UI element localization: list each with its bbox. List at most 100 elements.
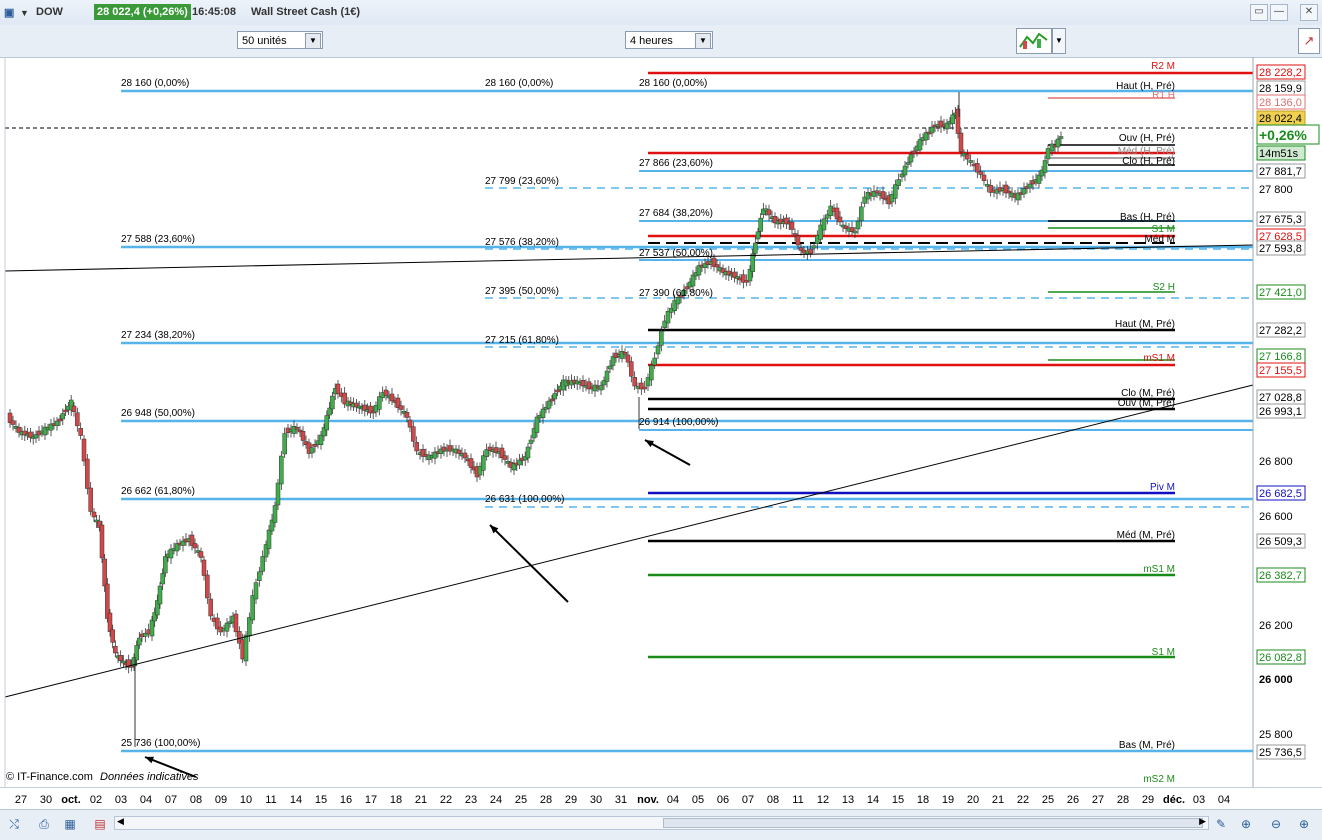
close-icon[interactable]: ✕ xyxy=(1300,4,1318,21)
date-label: nov. xyxy=(637,794,659,806)
chevron-down-icon[interactable]: ▼ xyxy=(305,33,321,49)
chart-canvas[interactable]: 28 160 (0,00%) 28 160 (0,00%) 28 160 (0,00… xyxy=(0,57,1322,787)
pivot-label: Ouv (M, Pré) xyxy=(1118,398,1175,409)
symbol-label[interactable]: DOW xyxy=(36,6,63,18)
share-icon[interactable]: ⤭ xyxy=(6,816,22,832)
candle-body xyxy=(502,455,508,460)
price-label: 26 800 xyxy=(1259,456,1293,468)
pivot-label: Bas (H, Pré) xyxy=(1120,212,1175,223)
period-value: 4 heures xyxy=(630,35,673,47)
restore-icon[interactable]: ▭ xyxy=(1250,4,1268,21)
date-label: 12 xyxy=(817,794,829,806)
candle-body xyxy=(253,582,259,600)
date-label: 17 xyxy=(365,794,377,806)
chevron-down-icon[interactable]: ▼ xyxy=(1052,28,1066,54)
candle-body xyxy=(852,230,858,234)
price-label: 27 881,7 xyxy=(1259,166,1302,178)
date-label: 07 xyxy=(165,794,177,806)
chart-type-icon xyxy=(1019,32,1048,49)
date-label: 04 xyxy=(667,794,679,806)
candle-body xyxy=(389,393,395,402)
tools-icon[interactable]: ▤ xyxy=(92,816,108,832)
candle-body xyxy=(540,408,546,418)
dropdown-icon[interactable]: ▼ xyxy=(20,8,29,18)
candle-body xyxy=(282,433,287,455)
date-label: 28 xyxy=(1117,794,1129,806)
candle-body xyxy=(534,416,540,433)
app-icon[interactable]: ▣ xyxy=(4,6,14,19)
fib-label: 27 234 (38,20%) xyxy=(121,330,195,341)
indicator-icon[interactable]: ↗ xyxy=(1298,28,1320,54)
price-label: 26 600 xyxy=(1259,511,1293,523)
candle-body xyxy=(233,613,239,633)
units-select[interactable]: 50 unités ▼ xyxy=(237,31,323,49)
price-label: 28 228,2 xyxy=(1259,67,1302,79)
print-icon[interactable]: ⎙ xyxy=(36,816,52,832)
minimize-icon[interactable]: — xyxy=(1270,4,1288,21)
date-label: 08 xyxy=(190,794,202,806)
clock-label: 16:45:08 xyxy=(192,6,237,18)
date-label: 08 xyxy=(767,794,779,806)
candle-body xyxy=(383,389,389,396)
pen-icon[interactable]: ✎ xyxy=(1213,816,1229,832)
pivot-label: mS2 M xyxy=(1143,774,1175,785)
candle-body xyxy=(950,114,955,124)
pivot-label: Clo (H, Pré) xyxy=(1122,156,1175,167)
pivot-label: Piv M xyxy=(1150,482,1175,493)
candle-body xyxy=(1055,138,1061,148)
date-label: 16 xyxy=(340,794,352,806)
date-label: 26 xyxy=(1067,794,1079,806)
candle-body xyxy=(75,412,80,427)
chart-type-button[interactable] xyxy=(1016,28,1052,54)
candle-body xyxy=(758,217,763,232)
fib-label: 26 914 (100,00%) xyxy=(639,417,719,428)
price-label: 26 509,3 xyxy=(1259,536,1302,548)
date-label: 04 xyxy=(1218,794,1230,806)
horizontal-scrollbar[interactable]: ◀ ▶ xyxy=(114,816,1209,830)
candle-body xyxy=(629,361,634,377)
candle-body xyxy=(243,634,249,662)
fib-label: 26 631 (100,00%) xyxy=(485,494,565,505)
zoom-fit-icon[interactable]: ⊕ xyxy=(1238,816,1254,832)
price-badge: 28 022,4 (+0,26%) xyxy=(94,4,191,20)
chevron-down-icon[interactable]: ▼ xyxy=(695,33,711,49)
candle-body xyxy=(121,660,126,664)
candle-body xyxy=(750,253,755,272)
price-label: 26 682,5 xyxy=(1259,488,1302,500)
candle-body xyxy=(407,419,413,428)
price-chart[interactable]: 28 160 (0,00%) 28 160 (0,00%) 28 160 (0,00… xyxy=(0,57,1322,787)
price-label: 27 166,8 xyxy=(1259,351,1302,363)
date-label: 25 xyxy=(1042,794,1054,806)
scrollbar-thumb[interactable] xyxy=(663,818,1203,828)
candle-body xyxy=(456,449,462,454)
date-label: 21 xyxy=(992,794,1004,806)
candle-body xyxy=(714,264,720,268)
date-label: 27 xyxy=(15,794,27,806)
grid-icon[interactable]: ▦ xyxy=(62,816,78,832)
scroll-right-icon[interactable]: ▶ xyxy=(1199,816,1206,827)
candle-body xyxy=(792,233,798,236)
price-label: 25 800 xyxy=(1259,729,1293,741)
arrow-head-icon xyxy=(145,756,154,764)
candle-body xyxy=(192,543,198,549)
period-select[interactable]: 4 heures ▼ xyxy=(625,31,713,49)
price-label: 26 200 xyxy=(1259,620,1293,632)
candle-body xyxy=(275,482,281,506)
zoom-out-icon[interactable]: ⊖ xyxy=(1268,816,1284,832)
price-label: 14m51s xyxy=(1259,148,1299,160)
fib-label: 26 948 (50,00%) xyxy=(121,408,195,419)
pivot-label: Bas (M, Pré) xyxy=(1119,740,1175,751)
candle-body xyxy=(622,352,628,355)
candle-body xyxy=(1042,160,1048,173)
date-label: 05 xyxy=(692,794,704,806)
candle-body xyxy=(398,405,404,410)
price-label: 26 082,8 xyxy=(1259,652,1302,664)
date-label: 30 xyxy=(40,794,52,806)
date-label: 21 xyxy=(415,794,427,806)
candle-body xyxy=(318,434,324,445)
scroll-left-icon[interactable]: ◀ xyxy=(117,816,124,827)
fib-label: 27 576 (38,20%) xyxy=(485,237,559,248)
zoom-in-icon[interactable]: ⊕ xyxy=(1296,816,1312,832)
date-label: 19 xyxy=(942,794,954,806)
date-label: 13 xyxy=(842,794,854,806)
